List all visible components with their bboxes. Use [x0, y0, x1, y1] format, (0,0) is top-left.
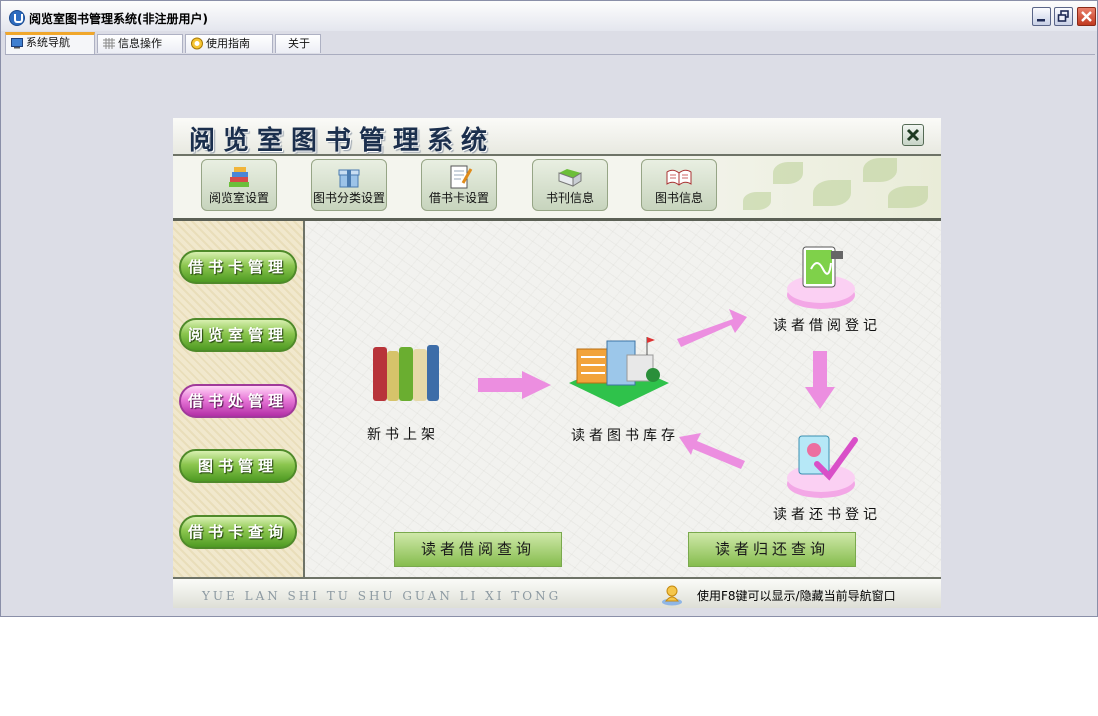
book-info-button[interactable]: 图书信息 [641, 159, 717, 211]
books-stack-icon [229, 167, 249, 187]
panel-title: 阅览室图书管理系统 [189, 126, 496, 156]
tab-about[interactable]: 关于 [275, 34, 321, 53]
footer-hint-text: 使用F8键可以显示/隐藏当前导航窗口 [697, 589, 896, 603]
user-hint-icon [662, 585, 682, 606]
tab-system-nav[interactable]: 系统导航 [5, 32, 95, 54]
restore-button[interactable] [1054, 7, 1073, 26]
panel-footer: YUE LAN SHI TU SHU GUAN LI XI TONG 使用F8键… [173, 577, 941, 608]
toolbar-label: 图书信息 [654, 191, 703, 205]
borrow-register-icon [787, 246, 855, 309]
minimize-icon [1037, 19, 1045, 22]
toolbar-label: 阅览室设置 [208, 191, 269, 205]
app-logo-icon [9, 10, 25, 26]
gift-box-icon [338, 169, 360, 188]
book-category-settings-button[interactable]: 图书分类设置 [311, 159, 387, 211]
arrow-to-borrow-register [677, 309, 747, 347]
grid-icon [103, 38, 115, 49]
tab-label: 关于 [288, 37, 310, 50]
panel-close-button[interactable] [902, 124, 924, 146]
window-title: 阅览室图书管理系统(非注册用户) [29, 12, 208, 26]
tab-user-guide[interactable]: 使用指南 [185, 34, 273, 53]
tab-label: 系统导航 [26, 36, 70, 49]
sidebar: 借书卡管理 阅览室管理 借书处管理 图书管理 借书卡查询 [173, 221, 305, 577]
sidebar-item-reading-room-management[interactable]: 阅览室管理 [179, 318, 297, 352]
reading-room-settings-button[interactable]: 阅览室设置 [201, 159, 277, 211]
help-icon [191, 37, 203, 50]
close-window-button[interactable] [1077, 7, 1096, 26]
title-bar[interactable]: 阅览室图书管理系统(非注册用户) [1, 1, 1097, 31]
open-book-icon [666, 169, 692, 186]
leaf-decoration [863, 158, 897, 182]
new-books-icon [373, 345, 439, 401]
toolbar-label: 书刊信息 [545, 191, 594, 205]
workflow-area: 新书上架 读者图书库存 读者借阅登记 读者还书登记 读者借阅查询 读者归还查询 [305, 221, 941, 577]
arrow-to-library [478, 371, 551, 399]
tab-bar: 系统导航 信息操作 使用指南 关于 [5, 32, 1095, 55]
borrow-register-label: 读者借阅登记 [773, 318, 881, 334]
panel-header: 阅览室图书管理系统 [173, 118, 941, 156]
arrow-down-to-return [805, 351, 835, 409]
return-query-button[interactable]: 读者归还查询 [688, 532, 856, 567]
minimize-button[interactable] [1032, 7, 1051, 26]
leaf-decoration [773, 162, 803, 184]
return-register-label: 读者还书登记 [773, 507, 881, 523]
library-building-icon [569, 337, 669, 407]
sidebar-item-card-query[interactable]: 借书卡查询 [179, 515, 297, 549]
close-icon [1081, 11, 1092, 22]
notepad-pencil-icon [450, 165, 473, 189]
leaf-decoration [813, 180, 851, 206]
sidebar-item-card-management[interactable]: 借书卡管理 [179, 250, 297, 284]
footer-pinyin-title: YUE LAN SHI TU SHU GUAN LI XI TONG [202, 589, 562, 603]
sidebar-item-lending-desk-management[interactable]: 借书处管理 [179, 384, 297, 418]
navigation-panel: 阅览室图书管理系统 阅览室设置 图书分类设置 借书卡设置 书刊信息 图书信息 借… [173, 118, 941, 608]
toolbar-label: 借书卡设置 [428, 191, 489, 205]
toolbar: 阅览室设置 图书分类设置 借书卡设置 书刊信息 图书信息 [173, 156, 941, 221]
toolbar-label: 图书分类设置 [312, 191, 385, 205]
leaf-decoration [888, 186, 928, 208]
tab-label: 使用指南 [206, 37, 250, 50]
leaf-decoration [743, 192, 771, 210]
tab-info-ops[interactable]: 信息操作 [97, 34, 183, 53]
close-icon [906, 128, 920, 142]
periodical-info-button[interactable]: 书刊信息 [532, 159, 608, 211]
folder-book-icon [558, 169, 582, 187]
borrow-query-button[interactable]: 读者借阅查询 [394, 532, 562, 567]
library-stock-label: 读者图书库存 [571, 428, 679, 444]
tab-label: 信息操作 [118, 37, 162, 50]
restore-icon [1057, 10, 1069, 22]
arrow-back-to-library [679, 433, 745, 469]
sidebar-item-book-management[interactable]: 图书管理 [179, 449, 297, 483]
monitor-icon [11, 38, 23, 49]
new-books-label: 新书上架 [367, 427, 439, 443]
library-card-settings-button[interactable]: 借书卡设置 [421, 159, 497, 211]
return-register-icon [787, 435, 858, 498]
